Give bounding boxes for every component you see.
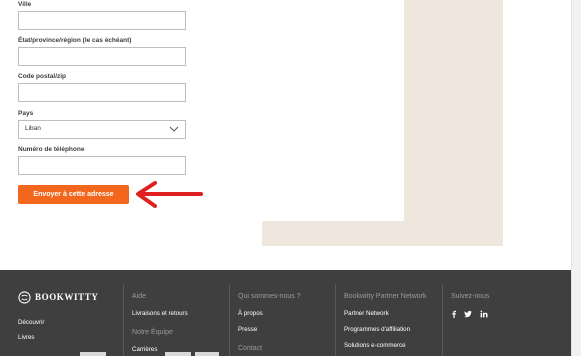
decorative-panel-cutout: [262, 0, 404, 221]
footer-divider: [123, 284, 124, 356]
footer-heading-help: Aide: [132, 293, 147, 300]
browser-ui-element: [195, 352, 219, 356]
footer-heading-partner: Bookwitty Partner Network: [344, 293, 427, 300]
footer-link-careers[interactable]: Carrières: [132, 346, 157, 353]
footer-link-partner-network[interactable]: Partner Network: [344, 310, 389, 317]
footer-divider: [442, 284, 443, 356]
submit-address-button[interactable]: Envoyer à cette adresse: [18, 185, 129, 204]
phone-field[interactable]: [18, 156, 186, 175]
state-label: État/province/région (le cas échéant): [18, 37, 132, 44]
bookwitty-logo[interactable]: BOOKWITTY: [18, 290, 98, 304]
site-footer: BOOKWITTY Découvrir Livres Aide Livraiso…: [0, 270, 571, 356]
footer-link-discover[interactable]: Découvrir: [18, 319, 44, 326]
footer-heading-about: Qui sommes-nous ?: [238, 293, 301, 300]
phone-label: Numéro de téléphone: [18, 146, 85, 153]
footer-divider: [229, 284, 230, 356]
brand-name: BOOKWITTY: [35, 292, 99, 302]
state-field[interactable]: [18, 47, 186, 66]
footer-link-books[interactable]: Livres: [18, 334, 35, 341]
linkedin-icon[interactable]: [480, 310, 488, 318]
footer-link-press[interactable]: Presse: [238, 326, 257, 333]
country-selected-value: Liban: [25, 125, 41, 132]
city-field[interactable]: [18, 11, 186, 30]
browser-ui-element: [80, 352, 106, 356]
city-label: Ville: [18, 1, 32, 8]
footer-heading-team: Notre Équipe: [132, 329, 173, 336]
footer-link-about[interactable]: À propos: [238, 310, 263, 317]
browser-ui-element: [165, 352, 191, 356]
footer-heading-follow: Suivez-nous: [451, 293, 490, 300]
country-select[interactable]: Liban: [18, 120, 186, 139]
zip-field[interactable]: [18, 83, 186, 102]
footer-link-affiliate[interactable]: Programmes d'affiliation: [344, 326, 410, 333]
twitter-icon[interactable]: [464, 310, 472, 318]
zip-label: Code postal/zip: [18, 73, 67, 80]
red-arrow-annotation: [136, 181, 203, 208]
footer-link-ecommerce[interactable]: Solutions e-commerce: [344, 342, 406, 349]
footer-link-shipping[interactable]: Livraisons et retours: [132, 310, 188, 317]
country-label: Pays: [18, 110, 34, 117]
footer-link-contact[interactable]: Contact: [238, 345, 262, 352]
chevron-down-icon: [169, 126, 179, 132]
bookwitty-logo-icon: [18, 290, 31, 304]
decorative-panel: [262, 0, 503, 246]
footer-divider: [335, 284, 336, 356]
facebook-icon[interactable]: [450, 310, 458, 318]
page-scrollbar[interactable]: [571, 0, 581, 356]
